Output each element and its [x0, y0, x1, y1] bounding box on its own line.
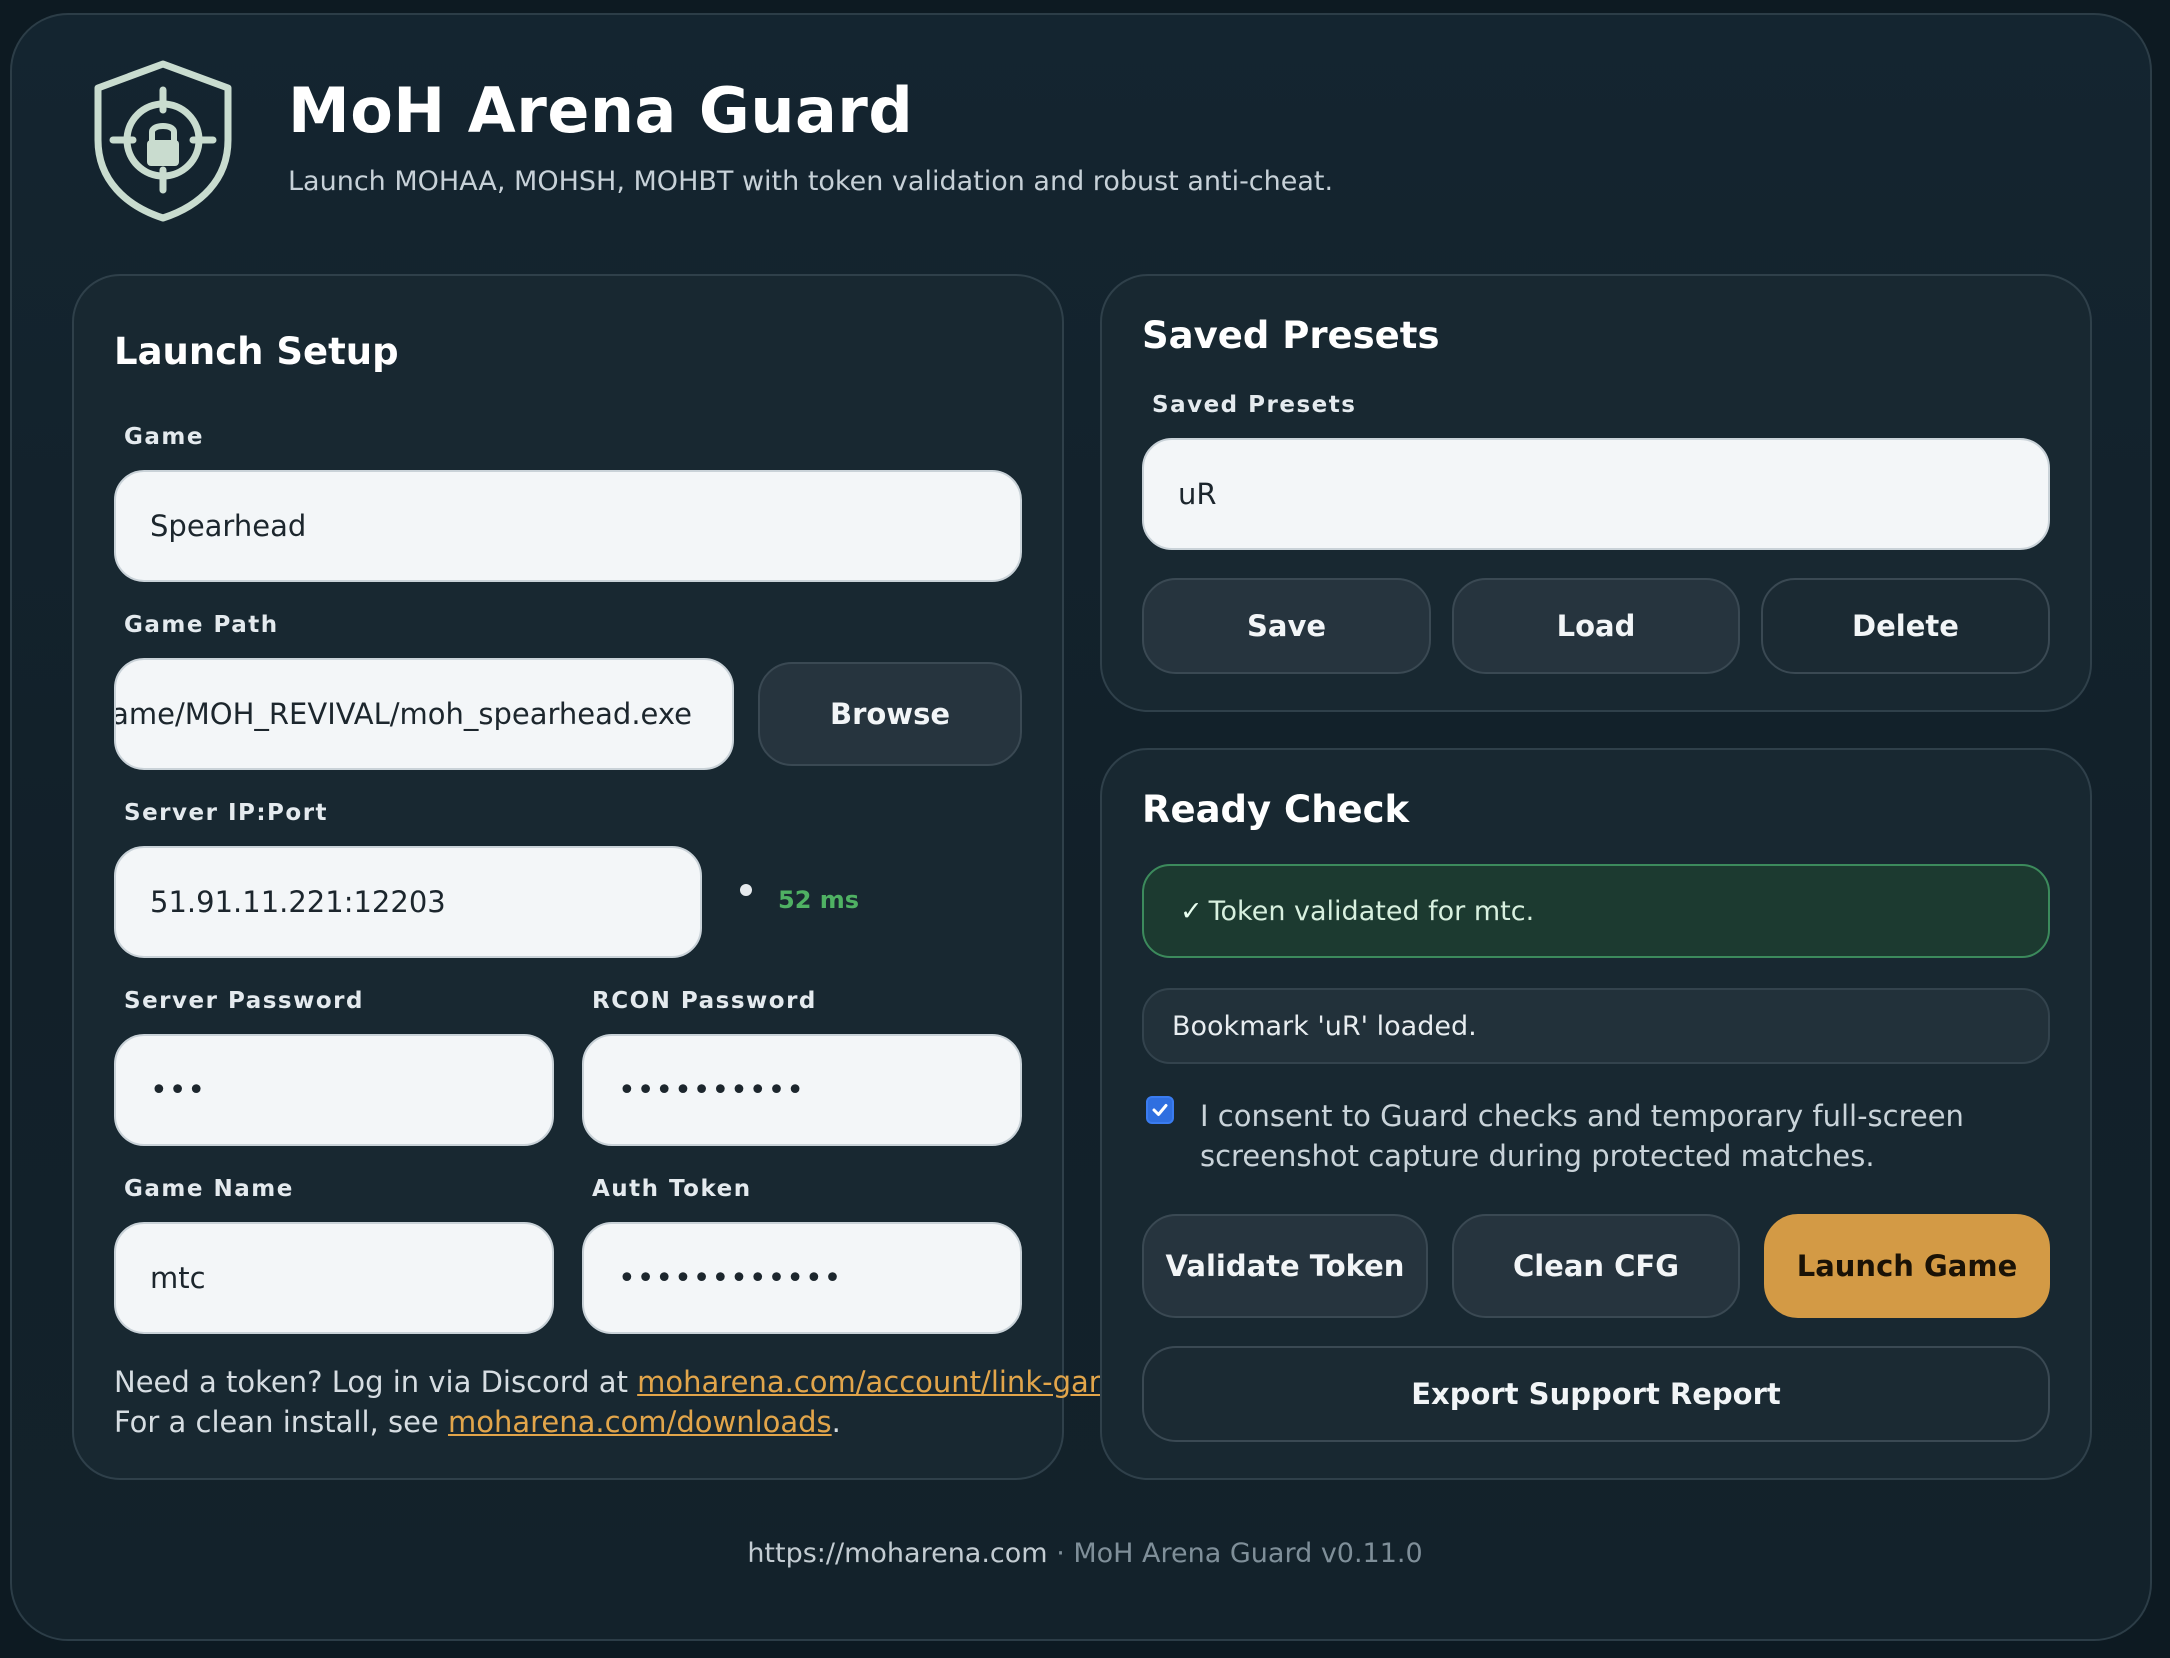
downloads-link[interactable]: moharena.com/downloads	[448, 1405, 832, 1439]
delete-preset-button[interactable]: Delete	[1761, 578, 2050, 674]
note-line2-prefix: For a clean install, see	[114, 1405, 448, 1439]
server-password-input[interactable]: •••	[114, 1034, 554, 1146]
game-name-input[interactable]: mtc	[114, 1222, 554, 1334]
ping-indicator-icon	[740, 884, 752, 896]
note-line1-prefix: Need a token? Log in via Discord at	[114, 1365, 638, 1399]
footer-separator: ·	[1047, 1538, 1074, 1569]
check-icon: ✓	[1180, 895, 1203, 927]
app-subtitle: Launch MOHAA, MOHSH, MOHBT with token va…	[288, 166, 1334, 197]
launch-game-button[interactable]: Launch Game	[1764, 1214, 2050, 1318]
game-path-value: game/MOH_REVIVAL/moh_spearhead.exe	[114, 697, 692, 731]
bookmark-status-banner: Bookmark 'uR' loaded.	[1142, 988, 2050, 1064]
game-select[interactable]: Spearhead	[114, 470, 1022, 582]
load-preset-button[interactable]: Load	[1452, 578, 1740, 674]
ready-check-title: Ready Check	[1142, 788, 1410, 831]
saved-presets-title: Saved Presets	[1142, 314, 1440, 357]
game-path-input[interactable]: game/MOH_REVIVAL/moh_spearhead.exe	[114, 658, 734, 770]
consent-label: I consent to Guard checks and temporary …	[1200, 1099, 1964, 1173]
rcon-password-input[interactable]: ••••••••••	[582, 1034, 1022, 1146]
validate-token-button[interactable]: Validate Token	[1142, 1214, 1428, 1318]
app-title: MoH Arena Guard	[288, 74, 914, 147]
token-status-banner: ✓ Token validated for mtc.	[1142, 864, 2050, 958]
link-game-link[interactable]: moharena.com/account/link-game	[637, 1365, 1135, 1399]
game-label: Game	[124, 424, 204, 450]
note-line2-suffix: .	[831, 1405, 841, 1439]
bookmark-status-text: Bookmark 'uR' loaded.	[1172, 1010, 1477, 1042]
consent-checkbox[interactable]	[1146, 1096, 1174, 1124]
browse-button[interactable]: Browse	[758, 662, 1022, 766]
game-path-label: Game Path	[124, 612, 279, 638]
footer: https://moharena.com · MoH Arena Guard v…	[0, 1538, 2170, 1569]
checkmark-icon	[1152, 1104, 1168, 1116]
server-label: Server IP:Port	[124, 800, 329, 826]
game-name-label: Game Name	[124, 1176, 294, 1202]
save-preset-button[interactable]: Save	[1142, 578, 1431, 674]
saved-presets-label: Saved Presets	[1152, 392, 1357, 418]
token-status-text: Token validated for mtc.	[1208, 895, 1535, 927]
server-password-label: Server Password	[124, 988, 364, 1014]
rcon-password-label: RCON Password	[592, 988, 817, 1014]
help-note: Need a token? Log in via Discord at moha…	[114, 1362, 1144, 1442]
clean-cfg-button[interactable]: Clean CFG	[1452, 1214, 1740, 1318]
auth-token-input[interactable]: ••••••••••••	[582, 1222, 1022, 1334]
shield-lock-logo-icon	[94, 60, 232, 222]
launch-setup-title: Launch Setup	[114, 330, 399, 373]
export-support-report-button[interactable]: Export Support Report	[1142, 1346, 2050, 1442]
ping-value: 52 ms	[778, 886, 860, 914]
server-input[interactable]: 51.91.11.221:12203	[114, 846, 702, 958]
footer-version: MoH Arena Guard v0.11.0	[1073, 1538, 1423, 1569]
footer-url[interactable]: https://moharena.com	[747, 1538, 1047, 1569]
preset-select[interactable]: uR	[1142, 438, 2050, 550]
auth-token-label: Auth Token	[592, 1176, 752, 1202]
